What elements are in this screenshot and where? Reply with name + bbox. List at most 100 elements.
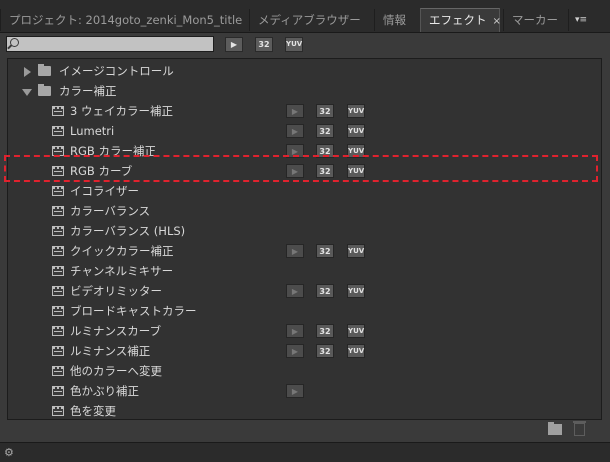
- search-row: ▶ 32 YUV: [0, 33, 610, 57]
- search-input[interactable]: [6, 36, 214, 52]
- effect-icon: [52, 246, 64, 256]
- tab-label: メディアブラウザー: [258, 13, 361, 27]
- effect-icon: [52, 366, 64, 376]
- panel-tab-bar: プロジェクト: 2014goto_zenki_Mon5_title メディアブラ…: [0, 0, 610, 33]
- effect-label: カラーバランス (HLS): [70, 224, 186, 238]
- effect-label: 3 ウェイカラー補正: [70, 104, 173, 118]
- trash-icon[interactable]: [573, 421, 586, 436]
- effect-icon: [52, 126, 64, 136]
- 32bit-badge: 32: [316, 324, 334, 338]
- effect-icon: [52, 266, 64, 276]
- effect-icon: [52, 326, 64, 336]
- effect-icon: [52, 306, 64, 316]
- accelerated-badge: ▶: [286, 344, 304, 358]
- tab-label: プロジェクト: 2014goto_zenki_Mon5_title: [9, 13, 243, 27]
- 32bit-badge: 32: [316, 284, 334, 298]
- 32bit-badge: 32: [316, 104, 334, 118]
- effect-icon: [52, 206, 64, 216]
- yuv-badge: YUV: [347, 324, 365, 338]
- folder-row-color-correction[interactable]: カラー補正: [8, 81, 601, 101]
- tab-markers[interactable]: マーカー: [503, 9, 567, 31]
- accelerated-badge: ▶: [286, 244, 304, 258]
- effect-item[interactable]: 3 ウェイカラー補正 ▶ 32 YUV: [8, 101, 601, 121]
- yuv-badge: YUV: [347, 164, 365, 178]
- effect-item[interactable]: 色かぶり補正 ▶: [8, 381, 601, 401]
- effect-item[interactable]: ブロードキャストカラー: [8, 301, 601, 321]
- effect-item[interactable]: ルミナンスカーブ ▶ 32 YUV: [8, 321, 601, 341]
- 32bit-badge: 32: [316, 164, 334, 178]
- tab-project[interactable]: プロジェクト: 2014goto_zenki_Mon5_title: [0, 9, 244, 31]
- tab-label: マーカー: [512, 13, 558, 27]
- effect-icon: [52, 186, 64, 196]
- 32bit-badge: 32: [316, 144, 334, 158]
- close-icon[interactable]: ×: [493, 16, 501, 27]
- effect-label: RGB カラー補正: [70, 144, 156, 158]
- accelerated-badge: ▶: [286, 124, 304, 138]
- effect-label: イコライザー: [70, 184, 139, 198]
- tab-label: 情報: [383, 13, 406, 27]
- expand-triangle-icon[interactable]: [24, 67, 31, 77]
- effect-icon: [52, 406, 64, 416]
- effect-label: 色を変更: [70, 404, 116, 418]
- status-bar: ⚙: [0, 442, 610, 462]
- effect-label: Lumetri: [70, 124, 115, 138]
- panel-menu-icon[interactable]: ▾≡: [568, 9, 608, 31]
- collapse-triangle-icon[interactable]: [22, 89, 32, 96]
- effect-icon: [52, 226, 64, 236]
- accelerated-badge: ▶: [286, 144, 304, 158]
- yuv-badge: YUV: [347, 144, 365, 158]
- tab-effects[interactable]: エフェクト ×: [420, 8, 501, 32]
- effect-icon: [52, 286, 64, 296]
- effect-item[interactable]: 他のカラーへ変更: [8, 361, 601, 381]
- effect-item[interactable]: クイックカラー補正 ▶ 32 YUV: [8, 241, 601, 261]
- effect-label: 他のカラーへ変更: [70, 364, 162, 378]
- effect-item[interactable]: イコライザー: [8, 181, 601, 201]
- accelerated-badge: ▶: [286, 284, 304, 298]
- effect-item[interactable]: チャンネルミキサー: [8, 261, 601, 281]
- accelerated-effects-filter-button[interactable]: ▶: [225, 37, 243, 52]
- effects-tree[interactable]: イメージコントロール カラー補正 3 ウェイカラー補正 ▶ 32 YUV Lumetri…: [7, 58, 602, 420]
- effect-item[interactable]: Lumetri ▶ 32 YUV: [8, 121, 601, 141]
- effect-icon: [52, 106, 64, 116]
- folder-row-image-control[interactable]: イメージコントロール: [8, 61, 601, 81]
- yuv-badge: YUV: [347, 244, 365, 258]
- yuv-badge: YUV: [347, 344, 365, 358]
- accelerated-badge: ▶: [286, 384, 304, 398]
- yuv-filter-button[interactable]: YUV: [285, 37, 303, 52]
- effect-item[interactable]: ビデオリミッター ▶ 32 YUV: [8, 281, 601, 301]
- effect-label: ブロードキャストカラー: [70, 304, 197, 318]
- effect-label: ビデオリミッター: [70, 284, 162, 298]
- effect-label: チャンネルミキサー: [70, 264, 174, 278]
- folder-label: イメージコントロール: [59, 64, 174, 78]
- effect-icon: [52, 346, 64, 356]
- yuv-badge: YUV: [347, 124, 365, 138]
- yuv-badge: YUV: [347, 104, 365, 118]
- 32bit-badge: 32: [316, 244, 334, 258]
- effect-item[interactable]: ルミナンス補正 ▶ 32 YUV: [8, 341, 601, 361]
- panel-bottom-bar: [0, 420, 610, 442]
- effect-icon: [52, 166, 64, 176]
- 32bit-filter-button[interactable]: 32: [255, 37, 273, 52]
- search-icon: [10, 38, 19, 47]
- effect-label: ルミナンス補正: [70, 344, 151, 358]
- effect-icon: [52, 146, 64, 156]
- accelerated-badge: ▶: [286, 104, 304, 118]
- accelerated-badge: ▶: [286, 324, 304, 338]
- 32bit-badge: 32: [316, 344, 334, 358]
- effect-icon: [52, 386, 64, 396]
- settings-icon[interactable]: ⚙: [4, 446, 14, 459]
- effect-item[interactable]: RGB カーブ ▶ 32 YUV: [8, 161, 601, 181]
- effect-item[interactable]: カラーバランス (HLS): [8, 221, 601, 241]
- effect-item[interactable]: カラーバランス: [8, 201, 601, 221]
- tab-media-browser[interactable]: メディアブラウザー: [249, 9, 369, 31]
- effect-label: 色かぶり補正: [70, 384, 139, 398]
- folder-icon: [38, 64, 51, 76]
- effect-item[interactable]: 色を変更: [8, 401, 601, 419]
- effect-label: ルミナンスカーブ: [70, 324, 162, 338]
- yuv-badge: YUV: [347, 284, 365, 298]
- effect-label: クイックカラー補正: [70, 244, 174, 258]
- tab-info[interactable]: 情報: [374, 9, 418, 31]
- effect-item[interactable]: RGB カラー補正 ▶ 32 YUV: [8, 141, 601, 161]
- new-bin-icon[interactable]: [548, 422, 562, 435]
- folder-label: カラー補正: [59, 84, 117, 98]
